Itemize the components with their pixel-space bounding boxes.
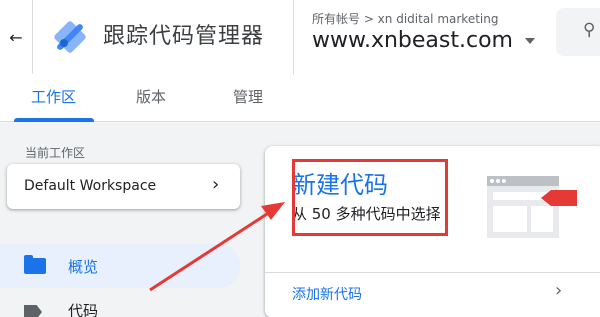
folder-icon [24, 255, 46, 274]
add-new-tag-link[interactable]: 添加新代码 [292, 284, 362, 304]
sidebar-item-label: 代码 [68, 302, 99, 317]
tag-illustration-icon [487, 176, 577, 238]
tag-manager-logo [54, 21, 86, 53]
sidebar-item-overview[interactable]: 概览 [0, 244, 240, 288]
current-workspace-label: 当前工作区 [25, 146, 86, 160]
sidebar-item-tags[interactable]: 代码 [0, 288, 240, 317]
divider [32, 0, 33, 74]
tab-bar: 工作区 版本 管理 [0, 74, 600, 122]
tag-icon [24, 305, 42, 317]
product-name: 跟踪代码管理器 [103, 24, 265, 49]
search-box[interactable]: ⚲ [556, 8, 600, 56]
chevron-right-icon[interactable]: › [555, 280, 562, 301]
sidebar-item-label: 概览 [68, 258, 99, 276]
active-tab-indicator [14, 118, 94, 122]
card-divider [265, 272, 600, 273]
account-breadcrumb[interactable]: 所有帐号 > xn didital marketing [312, 10, 498, 27]
workspace-selector[interactable]: Default Workspace › [7, 164, 240, 209]
tab-workspace[interactable]: 工作区 [31, 86, 76, 107]
top-app-bar: ← 跟踪代码管理器 所有帐号 > xn didital marketing ww… [0, 0, 600, 74]
caret-down-icon[interactable] [525, 38, 535, 44]
tab-admin[interactable]: 管理 [233, 86, 263, 107]
back-arrow-icon[interactable]: ← [0, 0, 32, 74]
divider [293, 0, 294, 74]
container-selector[interactable]: www.xnbeast.com [312, 28, 513, 53]
search-icon: ⚲ [583, 20, 596, 40]
workspace-name: Default Workspace [24, 178, 157, 194]
annotation-highlight-box [292, 159, 448, 236]
tab-versions[interactable]: 版本 [136, 86, 166, 107]
chevron-right-icon: › [212, 174, 220, 195]
